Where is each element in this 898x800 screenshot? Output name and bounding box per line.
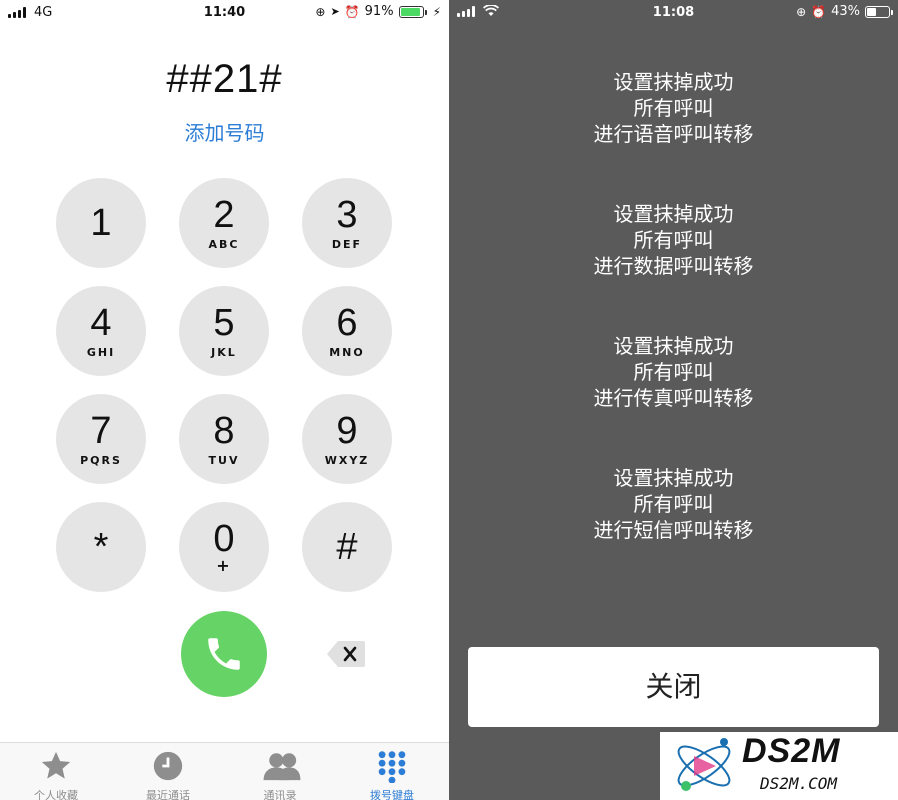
watermark-text: DS2M (742, 732, 841, 770)
key-6[interactable]: 6 MNO (302, 286, 392, 376)
watermark-logo: DS2M DS2M.COM (660, 732, 898, 800)
key-5[interactable]: 5 JKL (179, 286, 269, 376)
watermark-url: DS2M.COM (760, 774, 838, 793)
message-line: 设置抹掉成功 (613, 202, 734, 226)
key-star[interactable]: * (56, 502, 146, 592)
key-8[interactable]: 8 TUV (179, 394, 269, 484)
tab-recents[interactable]: 最近通话 (112, 743, 224, 800)
tab-favorites[interactable]: 个人收藏 (0, 743, 112, 800)
dialed-number: ##21# (166, 57, 283, 101)
backspace-icon (327, 641, 365, 667)
battery-icon (398, 5, 427, 18)
message-line: 进行语音呼叫转移 (593, 122, 754, 146)
message-line: 所有呼叫 (633, 228, 714, 252)
message-line: 设置抹掉成功 (613, 334, 734, 358)
message-line: 所有呼叫 (633, 360, 714, 384)
result-screen: 11:08 ⊕ ⏰ 43% 设置抹掉成功 所有呼叫 进行语音呼叫转移 设置抹掉成… (449, 0, 898, 800)
close-button[interactable]: 关闭 (468, 647, 879, 727)
tab-contacts[interactable]: 通讯录 (224, 743, 336, 800)
message-line: 所有呼叫 (633, 492, 714, 516)
message-group: 设置抹掉成功 所有呼叫 进行语音呼叫转移 (449, 69, 898, 147)
key-digit: 2 (213, 194, 235, 236)
message-line: 进行数据呼叫转移 (593, 254, 754, 278)
key-3[interactable]: 3 DEF (302, 178, 392, 268)
message-line: 进行传真呼叫转移 (593, 386, 754, 410)
key-0[interactable]: 0 + (179, 502, 269, 592)
message-line: 所有呼叫 (633, 96, 714, 120)
key-4[interactable]: 4 GHI (56, 286, 146, 376)
key-digit: * (93, 526, 109, 568)
key-digit: 9 (336, 410, 358, 452)
tab-keypad[interactable]: 拨号键盘 (336, 743, 448, 800)
star-icon (38, 749, 74, 783)
key-digit: 7 (90, 410, 112, 452)
message-group: 设置抹掉成功 所有呼叫 进行数据呼叫转移 (449, 201, 898, 279)
key-letters: MNO (329, 346, 365, 359)
key-digit: # (336, 526, 358, 568)
key-letters: WXYZ (324, 454, 370, 467)
tab-label: 最近通话 (146, 789, 190, 800)
message-line: 设置抹掉成功 (613, 466, 734, 490)
tab-label: 通讯录 (263, 789, 297, 800)
key-digit: 0 (213, 518, 235, 560)
rotation-lock-icon: ⊕ (315, 4, 326, 19)
keypad-icon (374, 749, 410, 784)
key-letters: DEF (331, 238, 363, 251)
key-1[interactable]: 1 (56, 178, 146, 268)
battery-percent: 43% (831, 4, 860, 19)
tab-label: 拨号键盘 (370, 789, 414, 800)
key-letters: + (216, 556, 232, 575)
status-bar: 11:08 ⊕ ⏰ 43% (449, 0, 898, 26)
alarm-icon: ⏰ (811, 4, 827, 19)
call-button[interactable] (181, 611, 267, 697)
message-line: 进行短信呼叫转移 (593, 518, 754, 542)
status-bar: 4G 11:40 ⊕ ➤ ⏰ 91% ⚡ (0, 0, 449, 26)
key-letters: ABC (208, 238, 240, 251)
tab-label: 个人收藏 (34, 789, 78, 800)
battery-percent: 91% (364, 4, 394, 19)
message-group: 设置抹掉成功 所有呼叫 进行传真呼叫转移 (449, 333, 898, 411)
tab-bar: 个人收藏 最近通话 通讯录 拨号键盘 (0, 742, 449, 800)
delete-button[interactable] (326, 640, 366, 668)
key-9[interactable]: 9 WXYZ (302, 394, 392, 484)
alarm-icon: ⏰ (344, 4, 360, 19)
key-letters: JKL (211, 346, 237, 359)
rotation-lock-icon: ⊕ (796, 4, 807, 19)
key-hash[interactable]: # (302, 502, 392, 592)
key-digit: 4 (90, 302, 112, 344)
phone-icon (208, 638, 240, 670)
battery-icon (865, 5, 893, 18)
key-letters: PQRS (80, 454, 122, 467)
key-digit: 5 (213, 302, 235, 344)
key-2[interactable]: 2 ABC (179, 178, 269, 268)
key-letters: GHI (86, 346, 116, 359)
key-digit: 1 (90, 202, 112, 244)
key-digit: 6 (336, 302, 358, 344)
dialer-screen: 4G 11:40 ⊕ ➤ ⏰ 91% ⚡ ##21# 添加号码 1 2 ABC 3 DE… (0, 0, 449, 800)
key-7[interactable]: 7 PQRS (56, 394, 146, 484)
atom-logo-icon (677, 738, 731, 791)
contacts-icon (262, 749, 301, 783)
charging-icon: ⚡ (432, 4, 441, 19)
key-letters: TUV (208, 454, 240, 467)
clock-icon (150, 749, 186, 783)
message-line: 设置抹掉成功 (613, 70, 734, 94)
message-group: 设置抹掉成功 所有呼叫 进行短信呼叫转移 (449, 465, 898, 543)
key-digit: 8 (213, 410, 235, 452)
location-icon: ➤ (330, 5, 340, 18)
add-number-link[interactable]: 添加号码 (0, 117, 449, 146)
key-digit: 3 (336, 194, 358, 236)
